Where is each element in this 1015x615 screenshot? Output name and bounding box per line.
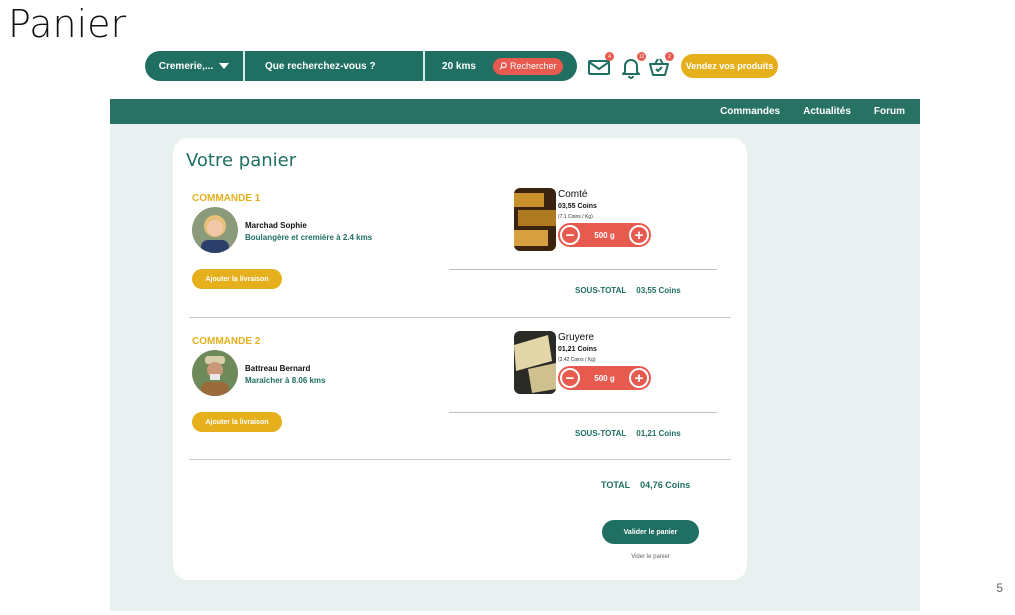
bell-badge: 12 bbox=[637, 52, 646, 61]
cart-button[interactable]: 2 bbox=[647, 52, 674, 79]
search-button-label: Rechercher bbox=[510, 61, 557, 71]
total-label: TOTAL bbox=[601, 480, 631, 490]
order-divider bbox=[189, 317, 731, 318]
slide-title: Panier bbox=[8, 2, 127, 46]
plus-icon[interactable]: + bbox=[629, 368, 649, 388]
total-amount: 04,76 Coins bbox=[640, 480, 691, 490]
product-unit-price: (7.1 Coins / Kg) bbox=[558, 214, 593, 220]
seller-description: Maraîcher à 8.06 kms bbox=[245, 376, 326, 385]
product-image bbox=[514, 331, 556, 394]
cart-panel: Votre panier COMMANDE 1 Marchad Sophie B… bbox=[173, 138, 747, 580]
product-name: Gruyere bbox=[558, 332, 595, 343]
product-name: Comté bbox=[558, 189, 588, 200]
product-image bbox=[514, 188, 556, 251]
add-delivery-button[interactable]: Ajouter la livraison bbox=[192, 269, 282, 289]
order-label: COMMANDE 2 bbox=[192, 336, 261, 347]
avatar bbox=[192, 207, 238, 253]
order-block: COMMANDE 1 Marchad Sophie Boulangère et … bbox=[173, 188, 747, 333]
search-bar: Cremerie,... Que recherchez-vous ? 20 km… bbox=[145, 51, 577, 81]
sell-products-button[interactable]: Vendez vos produits bbox=[681, 54, 778, 78]
order-divider bbox=[189, 459, 731, 460]
minus-icon[interactable]: − bbox=[560, 225, 580, 245]
quantity-value: 500 g bbox=[594, 373, 615, 383]
subtotal: SOUS-TOTAL 03,55 Coins bbox=[575, 286, 681, 295]
divider bbox=[449, 412, 717, 413]
order-label: COMMANDE 1 bbox=[192, 193, 261, 204]
cart-total: TOTAL 04,76 Coins bbox=[601, 480, 690, 490]
product-price: 01,21 Coins bbox=[558, 346, 597, 353]
subtotal: SOUS-TOTAL 01,21 Coins bbox=[575, 429, 681, 438]
quantity-stepper: − 500 g + bbox=[558, 223, 651, 247]
messages-button[interactable]: 4 bbox=[587, 52, 614, 79]
search-button[interactable]: Rechercher bbox=[493, 57, 563, 75]
cart-title: Votre panier bbox=[186, 150, 297, 171]
product-unit-price: (2.42 Coins / Kg) bbox=[558, 357, 596, 363]
product-price: 03,55 Coins bbox=[558, 203, 597, 210]
subtotal-amount: 01,21 Coins bbox=[636, 429, 681, 438]
chevron-down-icon bbox=[219, 63, 230, 69]
subtotal-label: SOUS-TOTAL bbox=[575, 429, 627, 438]
search-input[interactable]: Que recherchez-vous ? bbox=[245, 51, 425, 81]
plus-icon[interactable]: + bbox=[629, 225, 649, 245]
notifications-button[interactable]: 12 bbox=[619, 52, 646, 79]
subtotal-label: SOUS-TOTAL bbox=[575, 286, 627, 295]
add-delivery-button[interactable]: Ajouter la livraison bbox=[192, 412, 282, 432]
quantity-stepper: − 500 g + bbox=[558, 366, 651, 390]
nav-item-forum[interactable]: Forum bbox=[874, 106, 905, 117]
distance-field[interactable]: 20 kms bbox=[425, 61, 493, 72]
category-select[interactable]: Cremerie,... bbox=[145, 51, 245, 81]
seller-name: Marchad Sophie bbox=[245, 221, 307, 230]
category-select-label: Cremerie,... bbox=[158, 60, 214, 72]
basket-badge: 2 bbox=[665, 52, 674, 61]
subtotal-amount: 03,55 Coins bbox=[636, 286, 681, 295]
page-number: 5 bbox=[996, 581, 1003, 595]
empty-cart-link[interactable]: Vider le panier bbox=[602, 554, 699, 560]
validate-cart-button[interactable]: Valider le panier bbox=[602, 520, 699, 544]
divider bbox=[449, 269, 717, 270]
minus-icon[interactable]: − bbox=[560, 368, 580, 388]
main-nav: Commandes Actualités Forum bbox=[110, 99, 920, 124]
mail-badge: 4 bbox=[605, 52, 614, 61]
nav-item-commandes[interactable]: Commandes bbox=[720, 106, 780, 117]
avatar bbox=[192, 350, 238, 396]
order-block: COMMANDE 2 Battreau Bernard Maraîcher à … bbox=[173, 331, 747, 476]
search-icon bbox=[499, 62, 507, 70]
seller-name: Battreau Bernard bbox=[245, 364, 311, 373]
seller-description: Boulangère et cremière à 2.4 kms bbox=[245, 233, 373, 242]
quantity-value: 500 g bbox=[594, 230, 615, 240]
nav-item-actualites[interactable]: Actualités bbox=[803, 106, 851, 117]
